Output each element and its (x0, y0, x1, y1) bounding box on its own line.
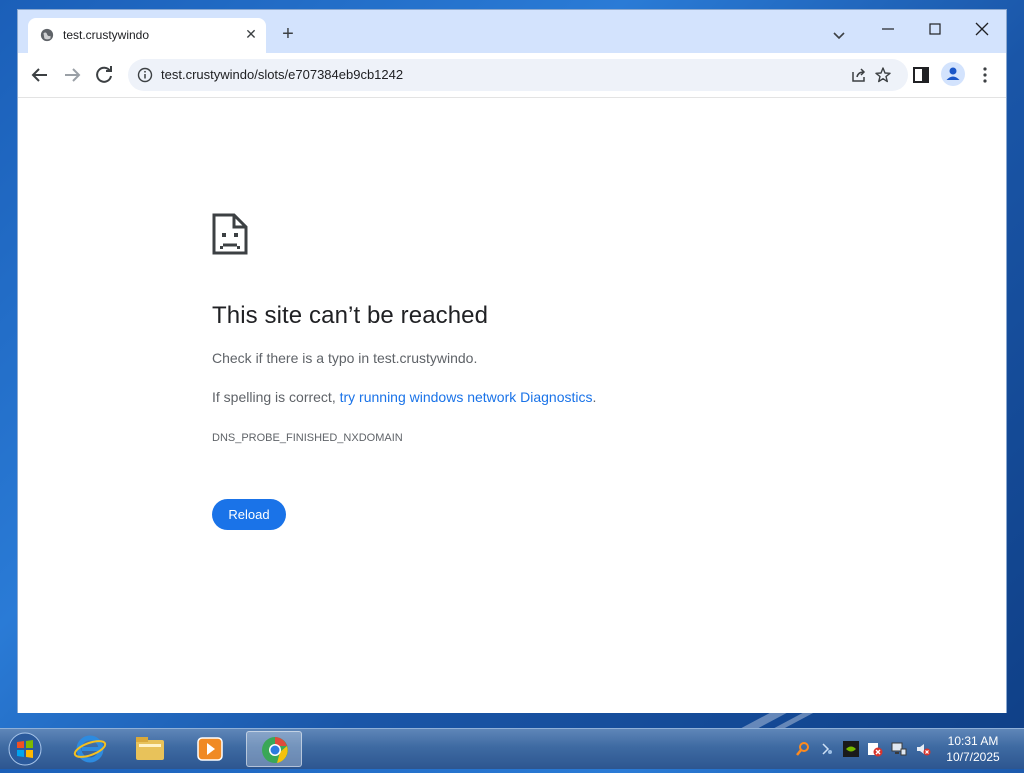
volume-muted-icon[interactable] (915, 741, 931, 757)
action-center-icon[interactable] (867, 741, 883, 757)
page-content: This site can’t be reached Check if ther… (18, 98, 1006, 713)
minimize-button[interactable] (868, 16, 908, 42)
typo-hint: Check if there is a typo in test.crustyw… (212, 350, 478, 366)
bookmark-star-icon[interactable] (874, 66, 892, 84)
forward-icon[interactable] (60, 63, 84, 87)
tab-close-button[interactable]: ✕ (242, 25, 260, 43)
browser-window: test.crustywindo ✕ + test.crustywindo/sl… (17, 9, 1007, 713)
tab-strip: test.crustywindo ✕ + (18, 10, 1006, 53)
media-player-icon[interactable] (182, 731, 238, 767)
clock-date: 10/7/2025 (946, 750, 1000, 764)
new-tab-button[interactable]: + (277, 24, 299, 46)
person-icon (946, 67, 960, 80)
tab-active[interactable]: test.crustywindo ✕ (28, 18, 266, 53)
menu-dots-icon[interactable] (973, 63, 997, 87)
system-clock[interactable]: 10:31 AM 10/7/2025 (938, 733, 1008, 765)
chrome-taskbar-button[interactable] (246, 731, 302, 767)
error-code: DNS_PROBE_FINISHED_NXDOMAIN (212, 432, 403, 444)
start-button[interactable] (6, 731, 44, 767)
internet-explorer-icon[interactable] (62, 731, 118, 767)
back-icon[interactable] (28, 63, 52, 87)
profile-avatar[interactable] (941, 62, 965, 86)
diagnostics-suffix: . (592, 389, 597, 405)
maximize-button[interactable] (915, 16, 955, 42)
clock-time: 10:31 AM (947, 734, 999, 748)
network-activity-icon[interactable] (819, 741, 835, 757)
diagnostics-link[interactable]: try running windows network Diagnostics (340, 389, 593, 405)
globe-icon (40, 28, 54, 42)
url-text[interactable]: test.crustywindo/slots/e707384eb9cb1242 (161, 67, 403, 82)
diagnostics-hint: If spelling is correct, try running wind… (212, 389, 596, 405)
reload-button[interactable]: Reload (212, 499, 286, 530)
file-explorer-icon[interactable] (122, 731, 178, 767)
nvidia-icon[interactable] (843, 741, 859, 757)
tab-title: test.crustywindo (63, 28, 150, 42)
site-info-icon[interactable] (137, 67, 153, 83)
browser-toolbar: test.crustywindo/slots/e707384eb9cb1242 (18, 53, 1006, 98)
close-window-button[interactable] (962, 16, 1002, 42)
refresh-icon[interactable] (92, 63, 116, 87)
share-icon[interactable] (850, 66, 868, 84)
error-heading: This site can’t be reached (212, 302, 489, 329)
address-bar[interactable]: test.crustywindo/slots/e707384eb9cb1242 (128, 59, 908, 91)
diagnostics-prefix: If spelling is correct, (212, 389, 340, 405)
chrome-icon (262, 737, 288, 763)
side-panel-icon[interactable] (909, 63, 933, 87)
network-icon[interactable] (891, 741, 907, 757)
tab-search-icon[interactable] (830, 26, 848, 44)
search-tray-icon[interactable] (795, 741, 811, 757)
taskbar: 10:31 AM 10/7/2025 (0, 728, 1024, 769)
sad-page-icon (212, 213, 248, 255)
